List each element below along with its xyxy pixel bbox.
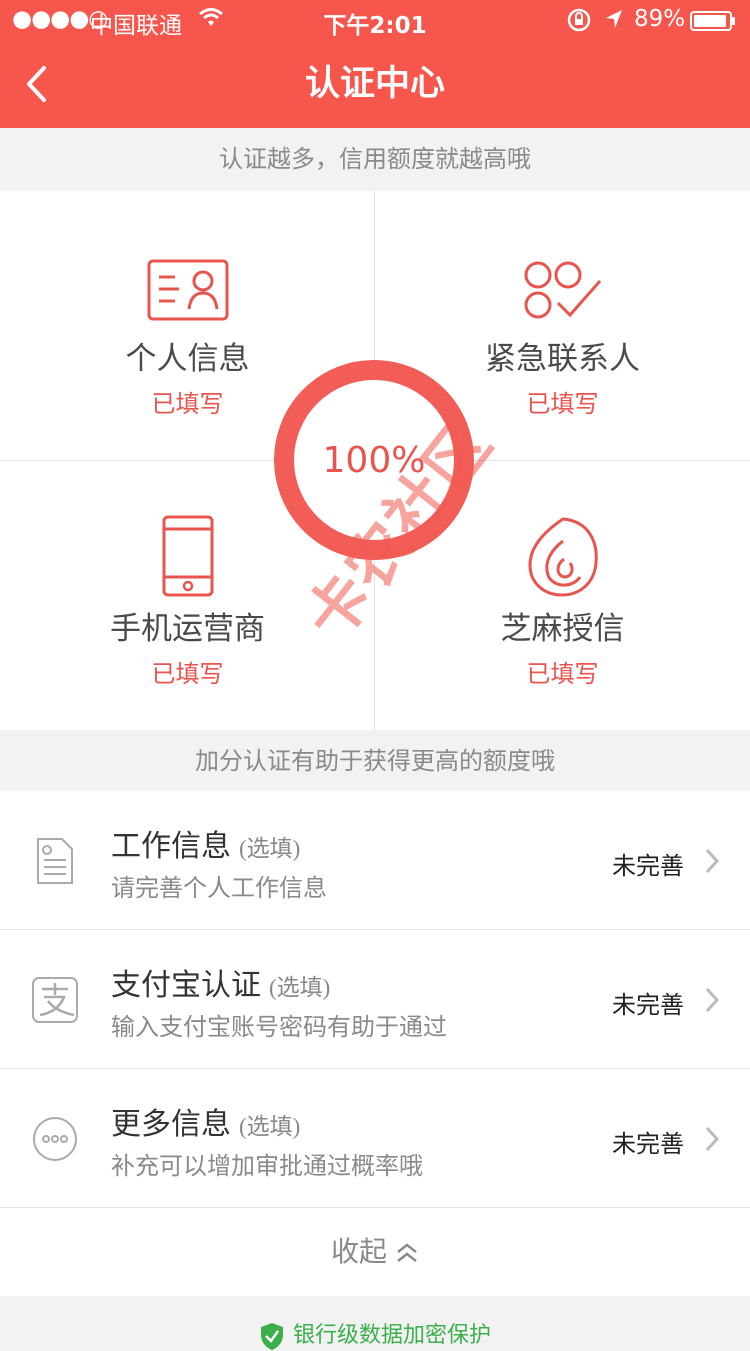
battery-icon [690, 11, 736, 31]
auth-item-label: 手机运营商 [110, 611, 265, 647]
alipay-icon [32, 977, 78, 1023]
progress-percent: 100% [322, 439, 426, 481]
item-title-text: 更多信息 [111, 1107, 231, 1142]
shield-check-icon [260, 1323, 283, 1350]
rotation-lock-icon [566, 7, 592, 33]
optional-tag: (选填) [239, 1114, 301, 1139]
collapse-label: 收起 [330, 1235, 387, 1268]
contacts-check-icon [524, 261, 601, 319]
progress-ring: 100% [274, 360, 474, 560]
mobile-phone-icon [162, 515, 213, 597]
list-item-desc: 补充可以增加审批通过概率哦 [111, 1152, 423, 1180]
item-title-text: 工作信息 [111, 829, 231, 864]
optional-tag: (选填) [239, 836, 301, 861]
optional-tag: (选填) [269, 975, 331, 1000]
location-arrow-icon [604, 8, 624, 32]
double-chevron-up-icon [397, 1243, 417, 1262]
list-item-status: 未完善 [612, 1130, 684, 1158]
battery-percent: 89% [634, 6, 686, 32]
page-title: 认证中心 [304, 64, 445, 104]
status-bar: ●●●●○ 中国联通 下午2:01 89% [0, 0, 750, 40]
chevron-right-icon [705, 848, 720, 874]
auth-item-label: 个人信息 [125, 341, 250, 377]
id-card-icon [147, 259, 228, 321]
nav-bar: 认证中心 [0, 40, 750, 128]
list-item-more-info[interactable]: 更多信息 (选填) 补充可以增加审批通过概率哦 未完善 [0, 1069, 750, 1208]
list-item-status: 未完善 [612, 852, 684, 880]
bonus-tip-banner: 加分认证有助于获得更高的额度哦 [195, 747, 555, 775]
optional-auth-list: 工作信息 (选填) 请完善个人工作信息 未完善 支付宝认证 (选填) 输入支付宝账号… [0, 791, 750, 1296]
list-item-alipay[interactable]: 支付宝认证 (选填) 输入支付宝账号密码有助于通过 未完善 [0, 930, 750, 1069]
document-icon [37, 838, 73, 884]
chevron-right-icon [705, 987, 720, 1013]
list-item-work-info[interactable]: 工作信息 (选填) 请完善个人工作信息 未完善 [0, 791, 750, 930]
list-item-desc: 输入支付宝账号密码有助于通过 [111, 1013, 447, 1041]
auth-item-status: 已填写 [526, 660, 599, 688]
chevron-right-icon [705, 1126, 720, 1152]
auth-item-label: 芝麻授信 [500, 611, 625, 647]
auth-item-label: 紧急联系人 [485, 341, 640, 377]
list-item-title: 更多信息 (选填) [111, 1099, 300, 1143]
security-footer: 银行级数据加密保护 [0, 1317, 750, 1351]
more-dots-icon [33, 1117, 77, 1161]
list-item-status: 未完善 [612, 991, 684, 1019]
sesame-credit-icon [527, 517, 598, 597]
security-footer-text: 银行级数据加密保护 [292, 1323, 491, 1348]
list-item-desc: 请完善个人工作信息 [111, 874, 327, 902]
collapse-button[interactable]: 收起 [0, 1208, 750, 1296]
credit-tip-banner: 认证越多，信用额度就越高哦 [219, 145, 531, 173]
list-item-title: 支付宝认证 (选填) [111, 960, 330, 1004]
auth-item-status: 已填写 [151, 660, 224, 688]
header-bar: ●●●●○ 中国联通 下午2:01 89% 认证中心 [0, 0, 750, 128]
list-item-title: 工作信息 (选填) [111, 821, 300, 865]
item-title-text: 支付宝认证 [111, 968, 261, 1003]
